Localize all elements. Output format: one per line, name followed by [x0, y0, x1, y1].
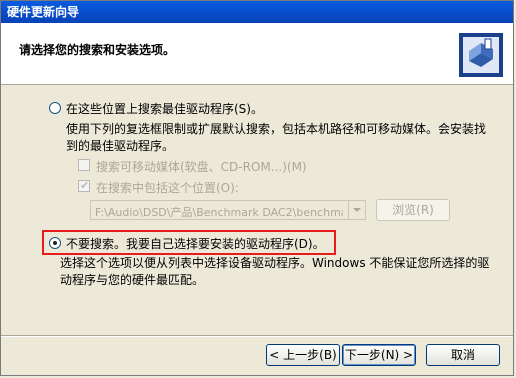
location-value: F:\Audio\DSD\产品\Benchmark DAC2\benchmark: [95, 206, 343, 219]
wizard-header: 请选择您的搜索和安装选项。: [1, 23, 513, 85]
header-title: 请选择您的搜索和安装选项。: [19, 43, 176, 57]
search-desc-line2: 到的最佳驱动程序。: [66, 139, 175, 153]
include-location-checkbox[interactable]: ✔: [78, 179, 90, 192]
footer-separator: [1, 335, 513, 337]
manual-select-driver-label[interactable]: 不要搜索。我要自己选择要安装的驱动程序(D)。: [66, 235, 325, 252]
title-bar: 硬件更新向导: [1, 1, 513, 23]
search-best-driver-label[interactable]: 在这些位置上搜索最佳驱动程序(S)。: [66, 100, 263, 117]
search-option-description: 使用下列的复选框限制或扩展默认搜索，包括本机路径和可移动媒体。会安装找 到的最佳…: [66, 121, 486, 155]
back-button[interactable]: < 上一步(B): [266, 344, 340, 366]
hardware-wizard-icon: [457, 31, 505, 79]
removable-media-label: 搜索可移动媒体(软盘、CD-ROM...)(M): [96, 160, 307, 174]
checkmark-icon: ✔: [80, 179, 90, 192]
manual-desc-line2: 动程序与您的硬件最匹配。: [60, 273, 205, 287]
browse-button[interactable]: 浏览(R): [376, 199, 450, 221]
manual-desc-line1: 选择这个选项以便从列表中选择设备驱动程序。Windows 不能保证您所选择的驱: [60, 256, 490, 270]
manual-select-driver-radio[interactable]: [49, 237, 61, 249]
removable-media-checkbox[interactable]: [78, 159, 90, 171]
chevron-down-icon[interactable]: [348, 201, 365, 219]
location-combobox[interactable]: F:\Audio\DSD\产品\Benchmark DAC2\benchmark: [90, 200, 366, 220]
cancel-button[interactable]: 取消: [426, 344, 500, 366]
search-best-driver-radio[interactable]: [49, 102, 61, 114]
hardware-update-wizard-window: 硬件更新向导 请选择您的搜索和安装选项。 在这些位置上搜索最佳驱动程序(S)。 …: [0, 0, 514, 376]
next-button[interactable]: 下一步(N) >: [342, 344, 416, 366]
manual-option-description: 选择这个选项以便从列表中选择设备驱动程序。Windows 不能保证您所选择的驱 …: [60, 255, 489, 289]
include-location-label: 在搜索中包括这个位置(O):: [96, 181, 239, 195]
search-desc-line1: 使用下列的复选框限制或扩展默认搜索，包括本机路径和可移动媒体。会安装找: [66, 122, 487, 136]
